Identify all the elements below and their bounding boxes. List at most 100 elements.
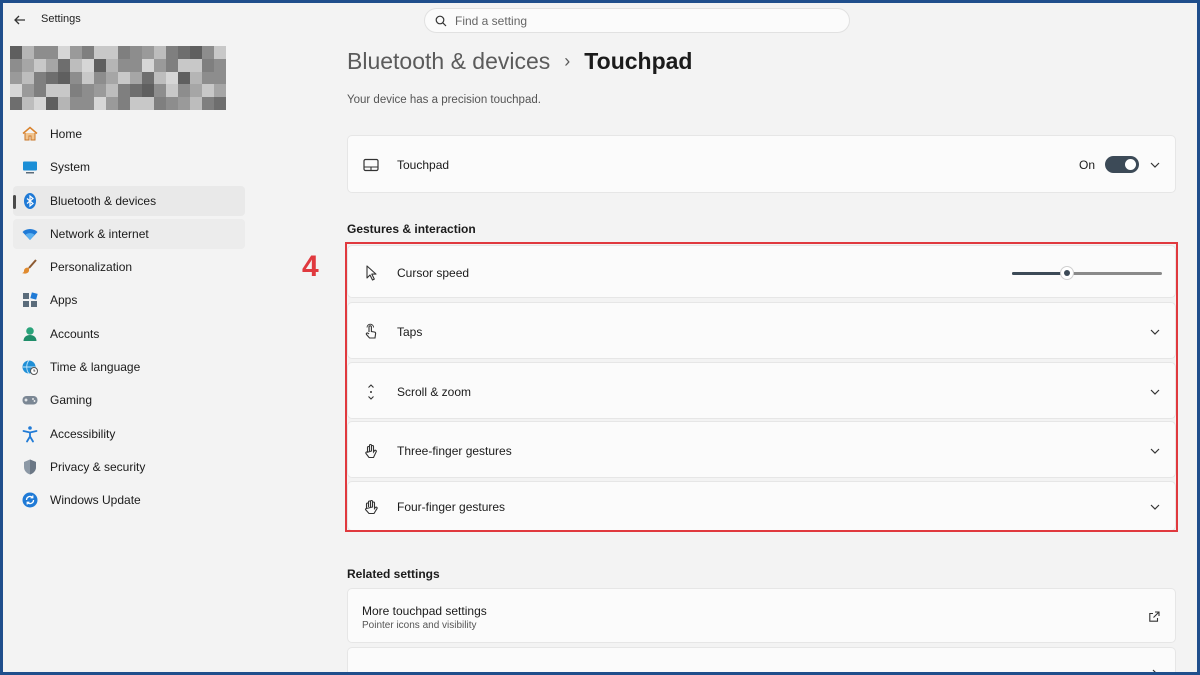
- avatar[interactable]: [10, 46, 226, 110]
- profile-pixel: [34, 58, 46, 72]
- profile-pixel: [202, 71, 214, 85]
- profile-pixel: [214, 71, 226, 85]
- chevron-down-icon[interactable]: [1149, 326, 1161, 338]
- profile-pixel: [130, 97, 142, 110]
- taps-card[interactable]: Taps: [347, 302, 1176, 359]
- touchpad-icon: [362, 156, 380, 174]
- search-box[interactable]: [424, 8, 850, 33]
- four-finger-hand-icon: [362, 498, 380, 516]
- breadcrumb-parent-link[interactable]: Bluetooth & devices: [347, 48, 550, 75]
- related-setting-card-partial[interactable]: [347, 647, 1176, 675]
- profile-pixel: [94, 71, 106, 85]
- scroll-zoom-label: Scroll & zoom: [397, 385, 472, 399]
- profile-pixel: [34, 71, 46, 85]
- more-touchpad-settings-card[interactable]: More touchpad settings Pointer icons and…: [347, 588, 1176, 643]
- external-link-icon[interactable]: [1148, 610, 1161, 623]
- profile-pixel: [166, 97, 178, 110]
- sidebar-item-personalization[interactable]: Personalization: [13, 252, 245, 282]
- home-icon: [21, 125, 39, 143]
- profile-pixel: [118, 84, 130, 98]
- slider-fill: [1012, 272, 1067, 275]
- profile-pixel: [10, 84, 22, 98]
- system-icon: [21, 158, 39, 176]
- chevron-down-icon[interactable]: [1149, 445, 1161, 457]
- cursor-speed-slider[interactable]: [1012, 263, 1162, 283]
- sidebar-item-system[interactable]: System: [13, 152, 245, 182]
- slider-thumb[interactable]: [1059, 266, 1074, 280]
- breadcrumb: Bluetooth & devices › Touchpad: [347, 48, 692, 75]
- profile-pixel: [22, 58, 34, 72]
- profile-pixel: [166, 84, 178, 98]
- back-arrow-icon[interactable]: [10, 10, 30, 30]
- four-finger-label: Four-finger gestures: [397, 500, 506, 514]
- profile-pixel: [130, 71, 142, 85]
- touchpad-card[interactable]: Touchpad On: [347, 135, 1176, 193]
- profile-pixel: [82, 46, 94, 59]
- chevron-right-icon[interactable]: [1149, 668, 1161, 675]
- profile-pixel: [46, 97, 58, 110]
- annotation-step-number: 4: [302, 250, 319, 283]
- profile-pixel: [58, 84, 70, 98]
- sidebar-item-label: Accessibility: [50, 426, 116, 441]
- profile-pixel: [130, 46, 142, 59]
- sidebar-item-label: Apps: [50, 293, 78, 308]
- profile-pixel: [118, 46, 130, 59]
- sidebar-item-time-language[interactable]: Time & language: [13, 352, 245, 382]
- sidebar-item-apps[interactable]: Apps: [13, 285, 245, 315]
- profile-pixel: [46, 71, 58, 85]
- more-touchpad-subtitle: Pointer icons and visibility: [362, 620, 477, 631]
- tap-hand-icon: [362, 323, 380, 341]
- accounts-icon: [21, 325, 39, 343]
- sidebar-item-windows-update[interactable]: Windows Update: [13, 485, 245, 515]
- profile-pixel: [34, 46, 46, 59]
- profile-pixel: [202, 46, 214, 59]
- touchpad-toggle[interactable]: [1105, 156, 1139, 173]
- sidebar-item-home[interactable]: Home: [13, 119, 245, 149]
- chevron-down-icon[interactable]: [1149, 386, 1161, 398]
- profile-pixel: [106, 97, 118, 110]
- bluetooth-icon: [21, 192, 39, 210]
- update-icon: [21, 491, 39, 509]
- profile-pixel: [142, 84, 154, 98]
- sidebar-item-accessibility[interactable]: Accessibility: [13, 419, 245, 449]
- sidebar-item-label: Bluetooth & devices: [50, 193, 157, 208]
- profile-pixel: [202, 97, 214, 110]
- profile-pixel: [154, 84, 166, 98]
- profile-pixel: [94, 97, 106, 110]
- scroll-zoom-card[interactable]: Scroll & zoom: [347, 362, 1176, 419]
- chevron-down-icon[interactable]: [1149, 159, 1161, 171]
- profile-pixel: [154, 46, 166, 59]
- profile-pixel: [214, 58, 226, 72]
- apps-icon: [21, 291, 39, 309]
- sidebar-item-privacy-security[interactable]: Privacy & security: [13, 452, 245, 482]
- gamepad-icon: [21, 391, 39, 409]
- three-finger-gestures-card[interactable]: Three-finger gestures: [347, 421, 1176, 478]
- profile-pixel: [10, 97, 22, 110]
- profile-pixel: [10, 58, 22, 72]
- cursor-icon: [362, 264, 380, 282]
- profile-pixel: [58, 58, 70, 72]
- sidebar-item-network-internet[interactable]: Network & internet: [13, 218, 245, 249]
- profile-pixel: [46, 46, 58, 59]
- sidebar-item-gaming[interactable]: Gaming: [13, 385, 245, 415]
- profile-pixel: [70, 97, 82, 110]
- profile-pixel: [70, 46, 82, 59]
- profile-pixel: [106, 46, 118, 59]
- profile-pixel: [166, 46, 178, 59]
- sidebar-item-bluetooth-devices[interactable]: Bluetooth & devices: [13, 185, 245, 216]
- profile-pixel: [166, 58, 178, 72]
- profile-pixel: [82, 71, 94, 85]
- profile-pixel: [94, 46, 106, 59]
- sidebar-item-accounts[interactable]: Accounts: [13, 319, 245, 349]
- profile-pixel: [70, 71, 82, 85]
- search-input[interactable]: [455, 13, 815, 28]
- profile-pixel: [190, 71, 202, 85]
- toggle-knob: [1125, 159, 1136, 170]
- sidebar-item-label: Windows Update: [50, 493, 141, 508]
- profile-pixel: [82, 58, 94, 72]
- profile-pixel: [142, 46, 154, 59]
- profile-pixel: [214, 97, 226, 110]
- chevron-down-icon[interactable]: [1149, 501, 1161, 513]
- profile-pixel: [34, 84, 46, 98]
- four-finger-gestures-card[interactable]: Four-finger gestures: [347, 481, 1176, 531]
